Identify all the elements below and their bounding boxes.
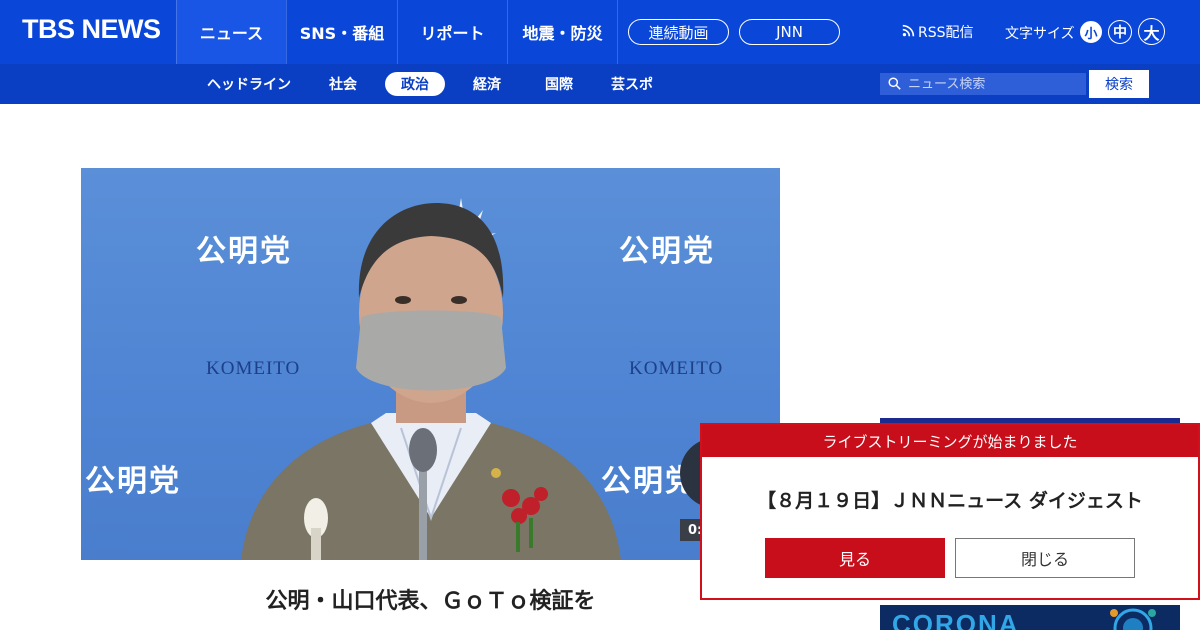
close-button[interactable]: 閉じる [955, 538, 1135, 578]
category-international[interactable]: 国際 [534, 72, 584, 96]
rss-label: RSS配信 [918, 25, 974, 41]
popup-title: 【８月１９日】ＪＮＮニュース ダイジェスト [757, 490, 1143, 512]
backdrop-brand-text: KOMEITO [629, 358, 724, 379]
top-header: TBS NEWS ニュース SNS・番組 リポート 地震・防災 連続動画 JNN… [0, 0, 1200, 64]
font-size-small-button[interactable]: 小 [1080, 21, 1102, 43]
search-input[interactable] [908, 76, 1078, 92]
live-stream-popup: ライブストリーミングが始まりました 【８月１９日】ＪＮＮニュース ダイジェスト … [700, 423, 1200, 600]
tab-sns-programs[interactable]: SNS・番組 [286, 0, 397, 64]
speaker-image [241, 198, 621, 560]
tab-news[interactable]: ニュース [176, 0, 286, 64]
article-headline[interactable]: 公明・山口代表、ＧｏＴｏ検証を [81, 583, 780, 615]
sidebar-ad-bottom[interactable]: CORONA [880, 605, 1180, 630]
continuous-video-button[interactable]: 連続動画 [628, 19, 729, 45]
category-society[interactable]: 社会 [318, 72, 368, 96]
category-politics[interactable]: 政治 [385, 72, 445, 96]
backdrop-party-text: 公明党 [85, 464, 181, 499]
font-size-label: 文字サイズ [1005, 26, 1075, 42]
tab-earthquake-disaster[interactable]: 地震・防災 [507, 0, 618, 64]
tab-report[interactable]: リポート [397, 0, 507, 64]
site-logo[interactable]: TBS NEWS [22, 14, 161, 45]
ad-banner-text: CORONA [892, 609, 1020, 630]
jnn-button[interactable]: JNN [739, 19, 840, 45]
font-size-medium-button[interactable]: 中 [1108, 20, 1132, 44]
popup-header: ライブストリーミングが始まりました [702, 425, 1198, 457]
watch-button[interactable]: 見る [765, 538, 945, 578]
search-box [880, 73, 1086, 95]
news-video-player[interactable]: 公明党 公明党 KOMEITO KOMEITO 公明党 公明党 [81, 168, 780, 560]
category-nav: ヘッドライン 社会 政治 経済 国際 芸スポ 検索 [0, 64, 1200, 104]
category-economy[interactable]: 経済 [462, 72, 512, 96]
font-size-large-button[interactable]: 大 [1138, 18, 1165, 45]
rss-link[interactable]: RSS配信 [902, 22, 974, 42]
category-entertainment-sports[interactable]: 芸スポ [604, 72, 660, 96]
search-button[interactable]: 検索 [1089, 70, 1149, 98]
globe-icon [1110, 608, 1156, 630]
category-headline[interactable]: ヘッドライン [200, 72, 298, 96]
rss-icon [902, 24, 915, 41]
search-icon [888, 75, 901, 94]
